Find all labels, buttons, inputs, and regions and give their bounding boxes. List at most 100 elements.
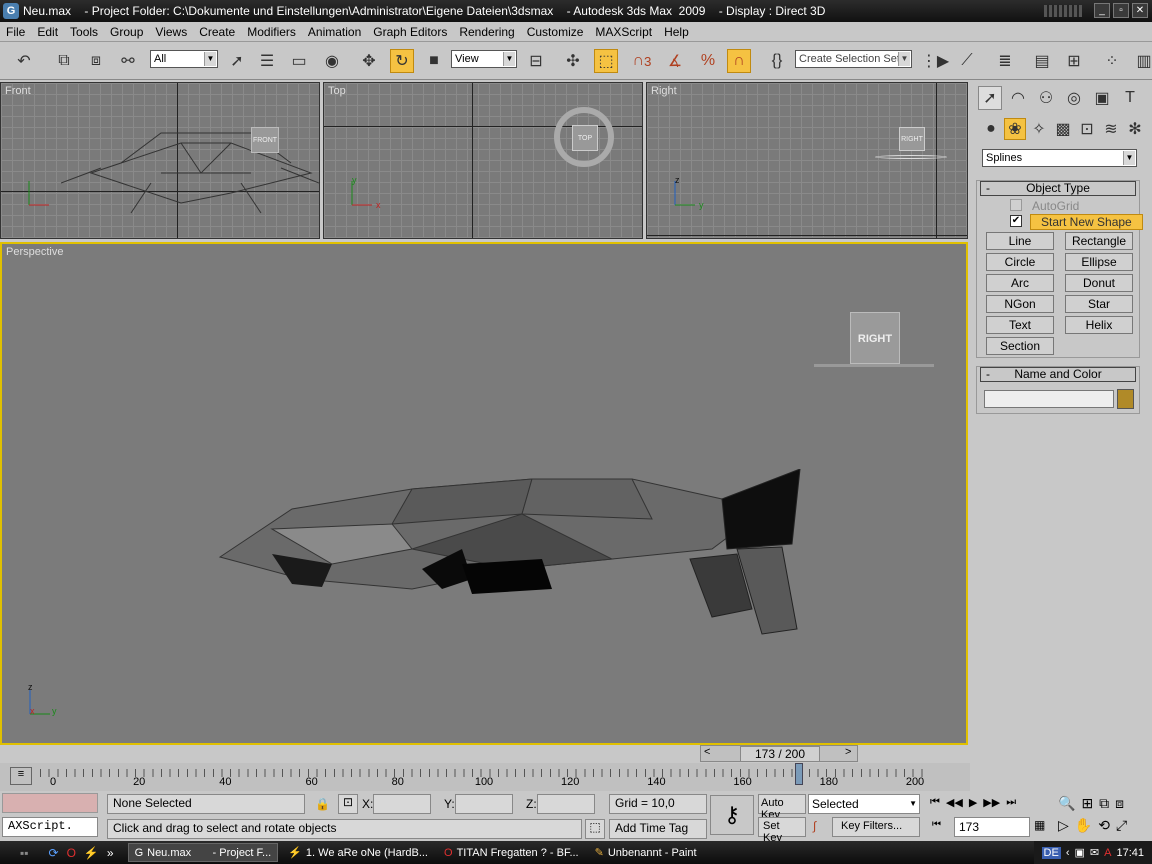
add-time-tag-icon[interactable]: ⬚ (585, 819, 605, 839)
material-editor-icon[interactable]: ⁘ (1100, 49, 1124, 73)
time-slider-value[interactable]: 173 / 200 (740, 746, 820, 762)
ngon-button[interactable]: NGon (986, 295, 1054, 313)
spaceship-model[interactable] (212, 469, 812, 639)
add-time-tag-button[interactable]: Add Time Tag (609, 819, 707, 839)
zoom-icon[interactable]: 🔍 (1058, 795, 1075, 812)
top-viewport[interactable]: TOP Top y x (323, 82, 643, 239)
autogrid-checkbox[interactable] (1010, 199, 1022, 211)
top-viewcube[interactable]: TOP (572, 125, 598, 151)
next-frame-icon[interactable]: ▶▶ (983, 796, 1000, 809)
y-coordinate-field[interactable] (455, 794, 513, 814)
orbit-icon[interactable]: ⟲ (1098, 817, 1110, 834)
selection-filter-dropdown[interactable]: All ▼ (150, 50, 218, 68)
taskbar-item-paint[interactable]: ✎ Unbenannt - Paint (589, 843, 703, 862)
play-icon[interactable]: ▶ (969, 796, 977, 809)
select-and-link-icon[interactable]: ⧉ (52, 49, 76, 73)
maxscript-listener-mini[interactable] (2, 793, 98, 813)
space-warps-icon[interactable]: ≋ (1100, 118, 1122, 140)
key-curve-icon[interactable]: ∫ (813, 819, 816, 833)
rectangular-selection-icon[interactable]: ▭ (287, 49, 311, 73)
select-and-rotate-icon[interactable]: ↻ (390, 49, 414, 73)
maximize-viewport-icon[interactable]: ⤢ (1116, 817, 1127, 834)
zoom-extents-icon[interactable]: ⧉ (1099, 795, 1109, 812)
motion-tab-icon[interactable]: ◎ (1062, 86, 1086, 110)
perspective-viewcube-ring[interactable] (814, 364, 934, 367)
go-to-start-icon[interactable]: ⏮ (930, 796, 940, 809)
spinner-snap-icon[interactable]: ∩ (727, 49, 751, 73)
track-bar[interactable]: ≡ 0 20 40 60 80 100 120 140 160 180 200 (0, 763, 970, 791)
right-viewport[interactable]: RIGHT Right z y (646, 82, 968, 239)
network-icon[interactable]: ▣ (1075, 846, 1085, 859)
text-button[interactable]: Text (986, 316, 1054, 334)
right-viewcube-ring[interactable] (875, 155, 947, 159)
ellipse-button[interactable]: Ellipse (1065, 253, 1133, 271)
taskbar-item-opera[interactable]: O TITAN Fregatten ? - BF... (438, 843, 585, 862)
set-key-icon[interactable]: ⚷ (710, 795, 754, 835)
menu-graph-editors[interactable]: Graph Editors (367, 25, 453, 39)
undo-icon[interactable]: ↶ (12, 49, 36, 73)
auto-key-button[interactable]: Auto Key (758, 794, 806, 821)
3dsmax-app-icon[interactable]: G (3, 3, 19, 19)
curve-editor-icon[interactable]: ▤ (1030, 49, 1054, 73)
key-mode-dropdown[interactable]: Selected ▼ (808, 794, 920, 814)
systems-icon[interactable]: ✻ (1124, 118, 1146, 140)
perspective-viewport[interactable]: Perspective RIGHT z x y (0, 242, 968, 745)
menu-animation[interactable]: Animation (302, 25, 367, 39)
align-icon[interactable]: ⟋ (955, 49, 979, 73)
right-viewcube[interactable]: RIGHT (899, 127, 925, 151)
time-configuration-icon[interactable]: ▦ (1034, 818, 1045, 832)
unlink-icon[interactable]: ⧈ (84, 49, 108, 73)
percent-snap-icon[interactable]: % (696, 49, 720, 73)
time-slider-next-icon[interactable]: > (845, 746, 851, 758)
layer-manager-icon[interactable]: ≣ (993, 49, 1017, 73)
arc-button[interactable]: Arc (986, 274, 1054, 292)
winamp-icon[interactable]: ⚡ (84, 846, 99, 860)
reference-coordinate-dropdown[interactable]: View ▼ (451, 50, 517, 68)
go-to-end-icon[interactable]: ⏭ (1006, 796, 1016, 809)
x-coordinate-field[interactable] (373, 794, 431, 814)
keyboard-shortcut-override-icon[interactable]: ⬚ (594, 49, 618, 73)
window-crossing-icon[interactable]: ◉ (320, 49, 344, 73)
more-quicklaunch-icon[interactable]: » (107, 846, 114, 860)
named-selection-set-dropdown[interactable]: Create Selection Set ▼ (795, 50, 912, 68)
geometry-icon[interactable]: ● (980, 118, 1002, 140)
cameras-icon[interactable]: ▩ (1052, 118, 1074, 140)
maximize-button[interactable]: ▫ (1113, 3, 1129, 18)
helpers-icon[interactable]: ⊡ (1076, 118, 1098, 140)
field-of-view-icon[interactable]: ▷ (1058, 817, 1069, 834)
z-coordinate-field[interactable] (537, 794, 595, 814)
menu-tools[interactable]: Tools (64, 25, 104, 39)
maxscript-input[interactable]: AXScript. (2, 817, 98, 837)
current-frame-field[interactable]: 173 (954, 817, 1030, 837)
angle-snap-icon[interactable]: ∡ (663, 49, 687, 73)
right-viewport-label[interactable]: Right (651, 85, 677, 97)
antivirus-icon[interactable]: A (1104, 847, 1111, 859)
create-tab-icon[interactable]: ➚ (978, 86, 1002, 110)
menu-edit[interactable]: Edit (31, 25, 64, 39)
object-type-header[interactable]: - Object Type (980, 181, 1136, 196)
taskbar-item-winamp[interactable]: ⚡ 1. We aRe oNe (HardB... (282, 843, 434, 862)
edit-named-selection-icon[interactable]: {} (765, 49, 789, 73)
minimize-button[interactable]: _ (1094, 3, 1110, 18)
set-key-button[interactable]: Set Key (758, 817, 806, 844)
tray-expand-icon[interactable]: ‹ (1066, 847, 1070, 859)
start-new-shape-checkbox[interactable]: ✔ (1010, 215, 1022, 227)
line-button[interactable]: Line (986, 232, 1054, 250)
lights-icon[interactable]: ✧ (1028, 118, 1050, 140)
pan-icon[interactable]: ✋ (1075, 817, 1092, 834)
start-grip-icon[interactable]: ▪▪ (20, 846, 29, 860)
object-name-input[interactable] (984, 390, 1114, 408)
schematic-view-icon[interactable]: ⊞ (1062, 49, 1086, 73)
menu-views[interactable]: Views (149, 25, 193, 39)
close-button[interactable]: ✕ (1132, 3, 1148, 18)
hierarchy-tab-icon[interactable]: ⚇ (1034, 86, 1058, 110)
menu-rendering[interactable]: Rendering (453, 25, 520, 39)
zoom-all-icon[interactable]: ⊞ (1081, 795, 1093, 812)
object-category-dropdown[interactable]: Splines ▼ (982, 149, 1137, 167)
name-and-color-header[interactable]: - Name and Color (980, 367, 1136, 382)
opera-icon[interactable]: O (67, 846, 76, 860)
utilities-tab-icon[interactable]: T (1118, 86, 1142, 110)
top-viewport-label[interactable]: Top (328, 85, 346, 97)
lock-selection-icon[interactable]: 🔒 (315, 797, 330, 811)
zoom-extents-all-icon[interactable]: ⧈ (1115, 795, 1124, 812)
